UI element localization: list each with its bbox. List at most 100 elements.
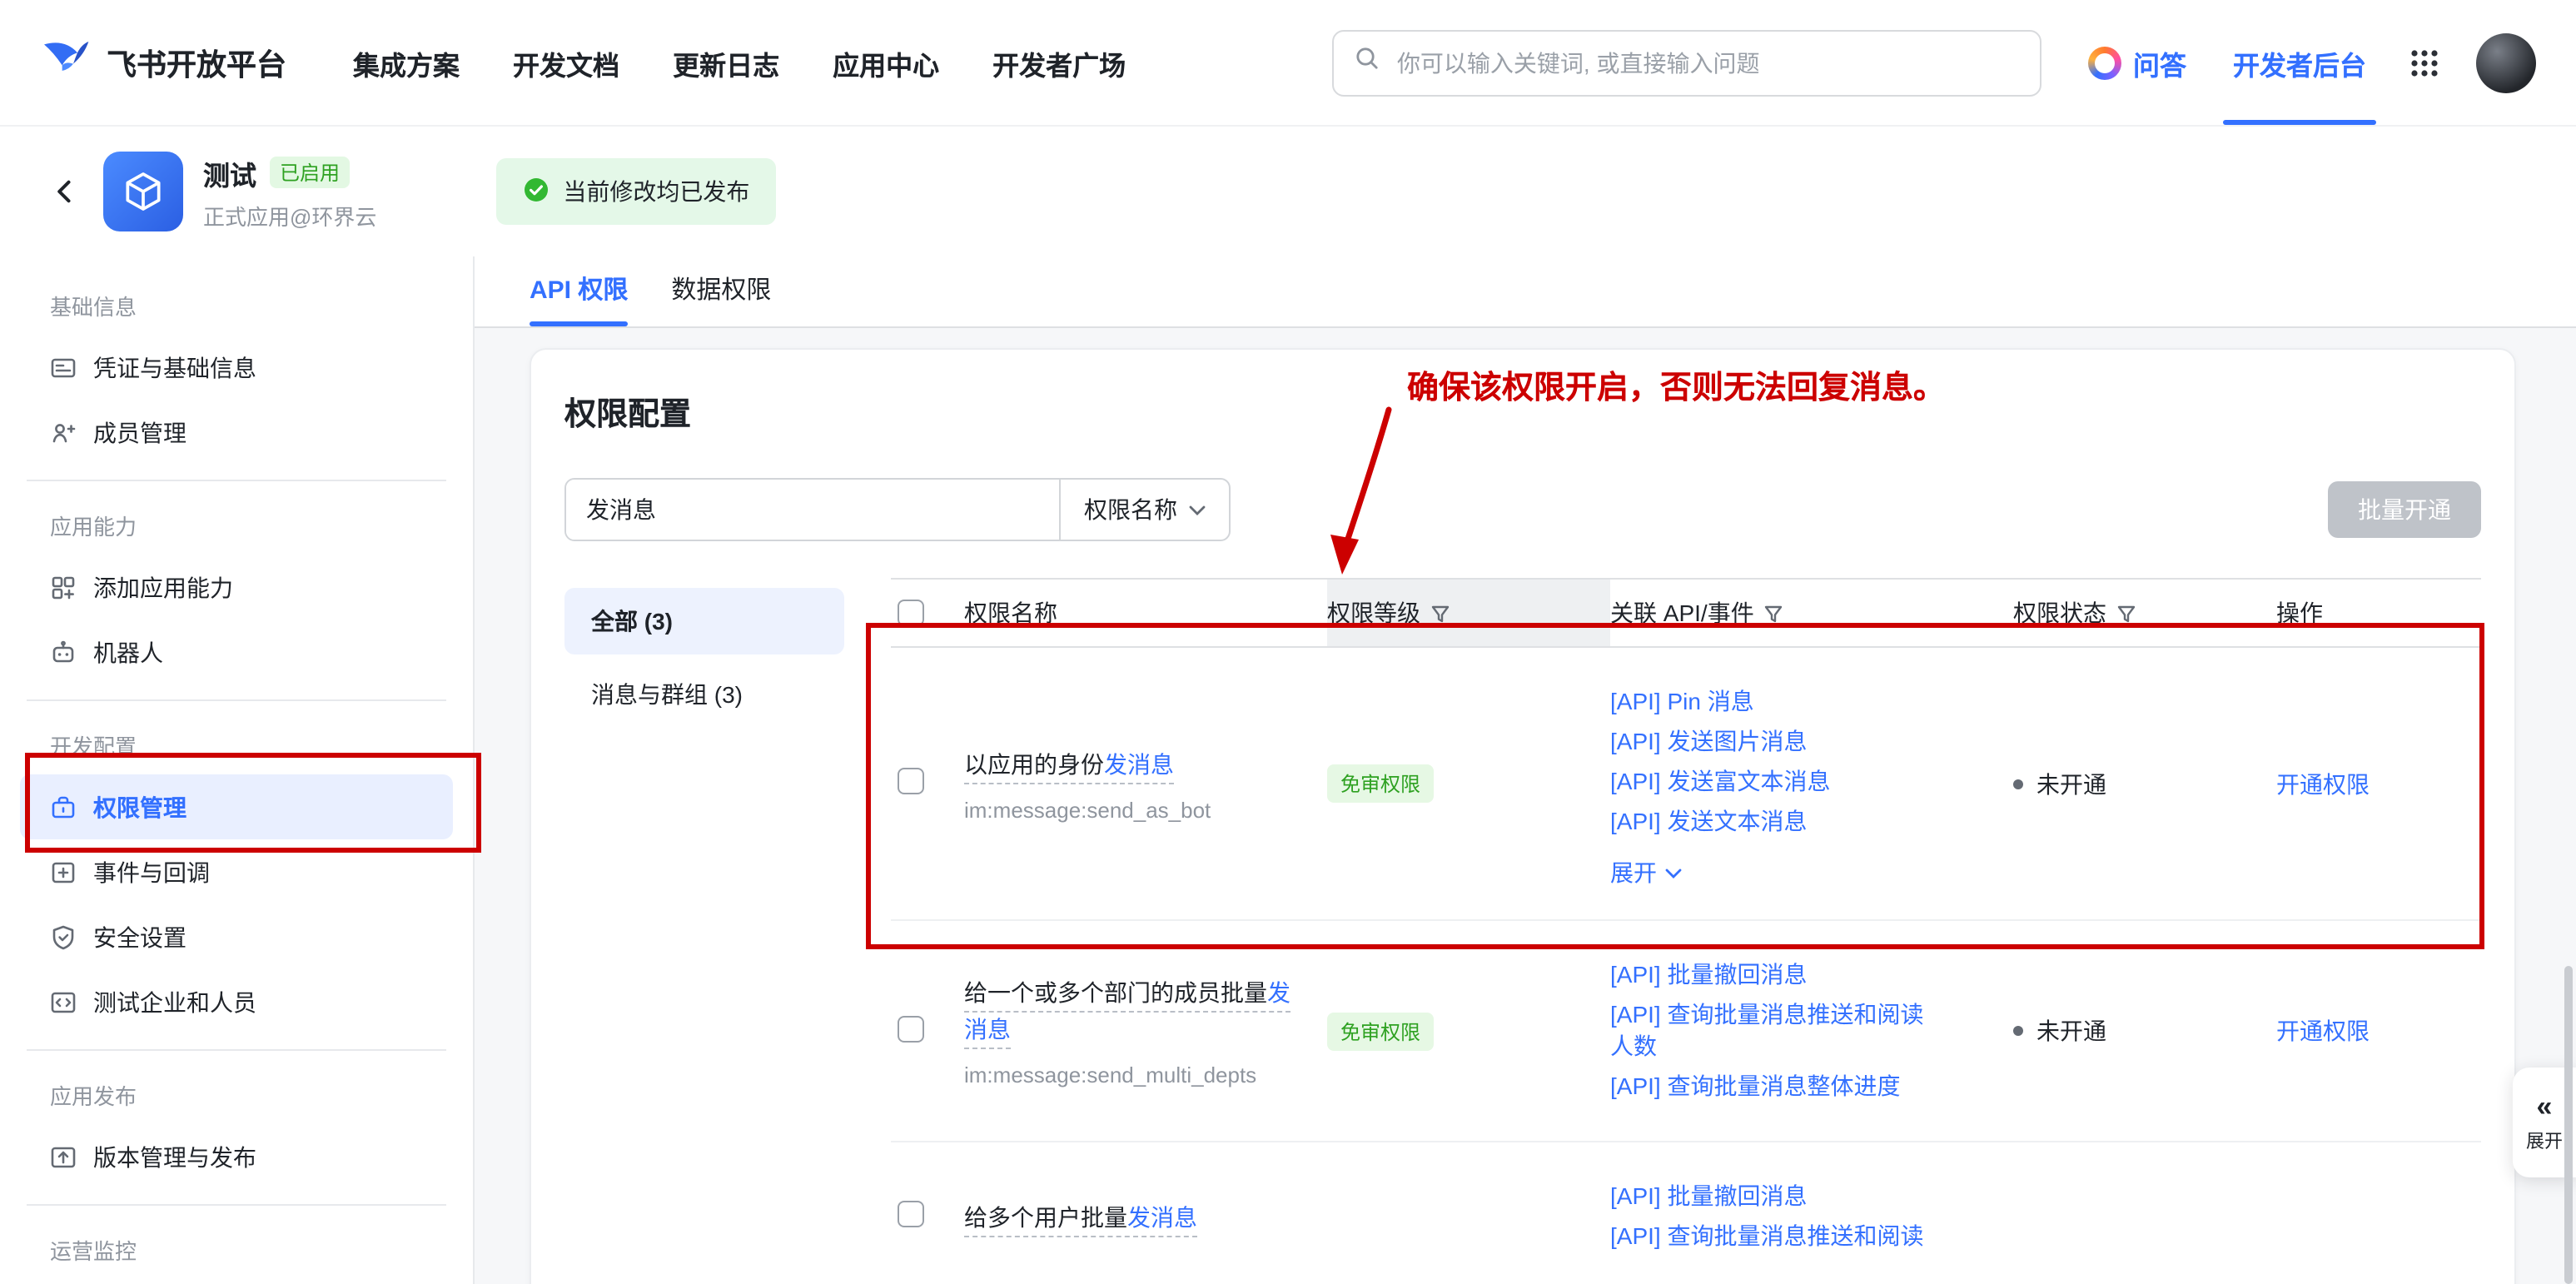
sidebar-item-label: 成员管理 — [93, 416, 186, 449]
tab-data-permissions[interactable]: 数据权限 — [671, 271, 771, 326]
api-link[interactable]: [API] 发送文本消息 — [1610, 806, 1943, 838]
app-cube-icon — [103, 152, 183, 231]
row-checkbox[interactable] — [898, 1201, 924, 1227]
select-all-checkbox[interactable] — [898, 600, 924, 626]
brand-title: 飞书开放平台 — [107, 41, 286, 84]
global-search-input[interactable] — [1394, 47, 2020, 77]
sidebar-item-add-capability[interactable]: 添加应用能力 — [20, 555, 453, 620]
permission-name-text: 以应用的身份 — [964, 750, 1104, 777]
nav-link-dev-square[interactable]: 开发者广场 — [992, 42, 1126, 82]
sidebar-divider — [27, 699, 446, 701]
enable-permission-link[interactable]: 开通权限 — [2276, 770, 2370, 797]
enable-permission-link[interactable]: 开通权限 — [2276, 1018, 2370, 1044]
permission-name-link[interactable]: 发消息 — [1104, 750, 1174, 777]
nav-link-integration[interactable]: 集成方案 — [353, 42, 460, 82]
api-link[interactable]: [API] 查询批量消息推送和阅读人数 — [1610, 999, 1943, 1063]
permission-name: 给多个用户批量发消息 — [964, 1198, 1300, 1235]
api-link[interactable]: [API] Pin 消息 — [1610, 686, 1943, 718]
permission-search-input[interactable] — [566, 480, 1059, 540]
permission-config-card: 权限配置 权限名称 批量开通 — [530, 348, 2516, 1284]
search-filter-dropdown[interactable]: 权限名称 — [1059, 480, 1229, 540]
sidebar-item-label: 添加应用能力 — [93, 570, 233, 604]
sidebar-item-label: 安全设置 — [93, 920, 186, 953]
sidebar-item-label: 权限管理 — [93, 790, 186, 824]
filter-funnel-icon[interactable] — [2116, 604, 2136, 622]
permission-table: 权限名称 权限等级 关联 API/事件 — [891, 578, 2481, 1284]
row-checkbox[interactable] — [898, 1015, 924, 1042]
feishu-open-platform-page: 飞书开放平台 集成方案 开发文档 更新日志 应用中心 开发者广场 问答 — [0, 0, 2576, 1284]
id-card-icon — [50, 354, 77, 381]
col-actions: 操作 — [2276, 596, 2481, 630]
nav-links: 集成方案 开发文档 更新日志 应用中心 开发者广场 — [353, 42, 1126, 82]
user-avatar[interactable] — [2476, 32, 2536, 92]
filter-funnel-icon[interactable] — [1764, 604, 1784, 622]
sidebar-section-basic-info: 基础信息 — [0, 276, 473, 335]
col-permission-level[interactable]: 权限等级 — [1327, 580, 1610, 646]
sidebar-item-test-corp[interactable]: 测试企业和人员 — [20, 969, 453, 1034]
category-messaging[interactable]: 消息与群组 (3) — [564, 661, 844, 728]
batch-enable-button[interactable]: 批量开通 — [2328, 481, 2481, 538]
members-icon — [50, 419, 77, 445]
related-api-list: [API] 批量撤回消息 [API] 查询批量消息推送和阅读 — [1610, 1172, 2013, 1261]
api-link[interactable]: [API] 查询批量消息整体进度 — [1610, 1071, 1943, 1102]
chevron-down-icon — [1665, 867, 1682, 878]
api-link[interactable]: [API] 批量撤回消息 — [1610, 959, 1943, 991]
sidebar-item-members[interactable]: 成员管理 — [20, 400, 453, 465]
api-link[interactable]: [API] 发送图片消息 — [1610, 726, 1943, 758]
status-text: 未开通 — [2036, 1014, 2106, 1048]
category-list: 全部 (3) 消息与群组 (3) — [564, 578, 844, 1284]
col-related-apis: 关联 API/事件 — [1610, 596, 2013, 630]
permission-name-link[interactable]: 发消息 — [1127, 1203, 1197, 1230]
sidebar-divider — [27, 1049, 446, 1051]
expand-apis-link[interactable]: 展开 — [1610, 856, 1682, 889]
sidebar-divider — [27, 1204, 446, 1206]
enabled-status-badge: 已启用 — [270, 157, 350, 188]
app-meta: 测试 已启用 正式应用@环界云 — [203, 152, 376, 231]
apps-grid-icon[interactable] — [2409, 47, 2439, 77]
global-search[interactable] — [1332, 29, 2041, 96]
brand[interactable]: 飞书开放平台 — [40, 33, 286, 92]
nav-link-dev-console[interactable]: 开发者后台 — [2233, 0, 2366, 125]
code-brackets-icon — [50, 988, 77, 1015]
sidebar-item-events[interactable]: 事件与回调 — [20, 839, 453, 904]
status-dot-icon — [2013, 1026, 2023, 1036]
status-cell: 未开通 — [2013, 767, 2276, 800]
nav-link-app-center[interactable]: 应用中心 — [833, 42, 939, 82]
table-row: 以应用的身份发消息 im:message:send_as_bot 免审权限 [A… — [891, 648, 2481, 921]
permission-name-text: 给一个或多个部门的成员批量 — [964, 979, 1267, 1006]
row-checkbox[interactable] — [898, 768, 924, 794]
level-badge: 免审权限 — [1327, 764, 1434, 803]
qa-link[interactable]: 问答 — [2088, 42, 2186, 82]
api-link[interactable]: [API] 发送富文本消息 — [1610, 766, 1943, 798]
permission-name: 给一个或多个部门的成员批量发消息 — [964, 974, 1300, 1048]
api-link[interactable]: [API] 查询批量消息推送和阅读 — [1610, 1221, 1943, 1252]
status-dot-icon — [2013, 779, 2023, 789]
level-badge: 免审权限 — [1327, 1012, 1434, 1050]
permission-name: 以应用的身份发消息 — [964, 745, 1300, 782]
nav-link-changelog[interactable]: 更新日志 — [673, 42, 779, 82]
nav-link-docs[interactable]: 开发文档 — [513, 42, 619, 82]
sidebar-item-permissions[interactable]: 权限管理 — [20, 774, 453, 839]
sidebar-item-bot[interactable]: 机器人 — [20, 620, 453, 684]
tab-api-permissions[interactable]: API 权限 — [530, 271, 628, 326]
table-header-row: 权限名称 权限等级 关联 API/事件 — [891, 578, 2481, 648]
category-all[interactable]: 全部 (3) — [564, 588, 844, 654]
scrollbar-thumb[interactable] — [2564, 966, 2573, 1284]
filter-funnel-icon[interactable] — [1430, 604, 1450, 622]
related-api-list: [API] Pin 消息 [API] 发送图片消息 [API] 发送富文本消息 … — [1610, 678, 2013, 889]
sidebar-item-label: 测试企业和人员 — [93, 985, 256, 1018]
qa-label: 问答 — [2133, 42, 2186, 82]
qa-ring-icon — [2088, 46, 2121, 79]
search-row: 权限名称 批量开通 — [564, 478, 2481, 541]
back-button[interactable] — [50, 177, 80, 207]
sidebar-item-version-release[interactable]: 版本管理与发布 — [20, 1124, 453, 1189]
api-link[interactable]: [API] 批量撤回消息 — [1610, 1181, 1943, 1212]
annotation-text: 确保该权限开启，否则无法回复消息。 — [1407, 363, 1945, 408]
sidebar-item-security[interactable]: 安全设置 — [20, 904, 453, 969]
permission-tabs: API 权限 数据权限 — [475, 256, 2576, 328]
permission-search[interactable]: 权限名称 — [564, 478, 1231, 541]
chevron-down-icon — [1189, 504, 1206, 515]
nav-right: 问答 开发者后台 — [1332, 0, 2536, 125]
sidebar-item-credentials[interactable]: 凭证与基础信息 — [20, 335, 453, 400]
feishu-logo-icon — [40, 33, 90, 92]
